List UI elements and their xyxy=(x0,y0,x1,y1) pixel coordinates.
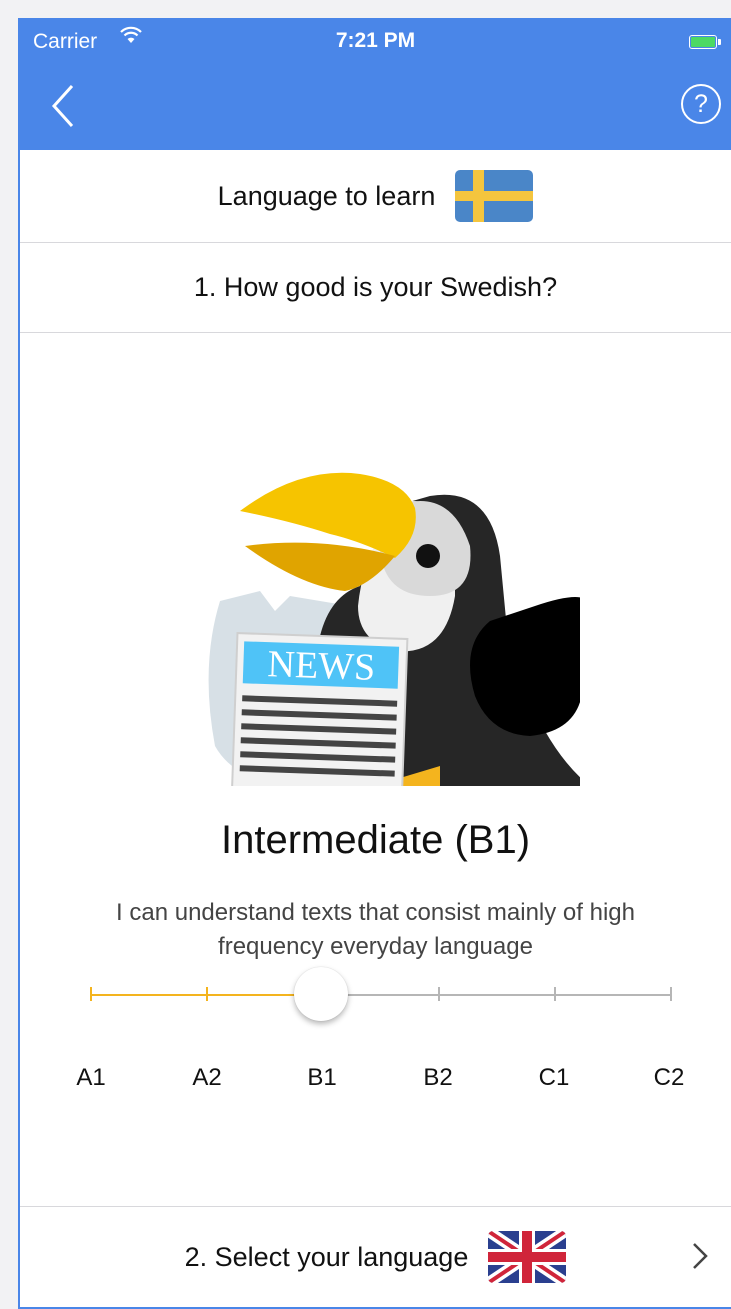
select-language-label: 2. Select your language xyxy=(184,1241,469,1272)
level-label-a2[interactable]: A2 xyxy=(177,1064,237,1092)
level-title: Intermediate (B1) xyxy=(220,818,531,862)
status-time: 7:21 PM xyxy=(335,29,416,52)
slider-tick xyxy=(206,987,208,1001)
back-button[interactable] xyxy=(48,82,88,130)
proficiency-slider[interactable] xyxy=(90,967,672,1021)
level-label-a1[interactable]: A1 xyxy=(61,1064,121,1092)
chevron-left-icon xyxy=(51,84,74,128)
level-label-b2[interactable]: B2 xyxy=(408,1064,468,1092)
language-to-learn-row[interactable]: Language to learn xyxy=(20,150,731,243)
level-label-c2[interactable]: C2 xyxy=(639,1064,699,1092)
level-label-b1[interactable]: B1 xyxy=(292,1064,352,1092)
uk-flag-icon xyxy=(488,1231,567,1283)
select-language-row[interactable]: 2. Select your language xyxy=(20,1206,731,1307)
slider-tick xyxy=(670,987,672,1001)
sweden-flag-icon xyxy=(455,170,534,222)
slider-tick xyxy=(554,987,556,1001)
chevron-right-icon xyxy=(693,1243,708,1269)
question-text: 1. How good is your Swedish? xyxy=(193,271,558,302)
question-circle-icon: ? xyxy=(694,90,708,118)
language-to-learn-label: Language to learn xyxy=(217,180,436,211)
slider-tick xyxy=(438,987,440,1001)
toucan-newspaper-illustration: NEWS xyxy=(208,472,580,786)
proficiency-question: 1. How good is your Swedish? xyxy=(20,242,731,333)
level-description: I can understand texts that consist main… xyxy=(116,899,635,960)
help-button[interactable]: ? xyxy=(681,84,721,124)
slider-tick xyxy=(90,987,92,1001)
battery-icon xyxy=(689,35,723,49)
slider-thumb[interactable] xyxy=(294,967,348,1021)
app-screen: Carrier 7:21 PM ? Language to learn 1. H… xyxy=(18,18,731,1309)
navigation-bar: Carrier 7:21 PM ? xyxy=(20,18,731,150)
newspaper-headline: NEWS xyxy=(267,643,376,689)
level-label-c1[interactable]: C1 xyxy=(524,1064,584,1092)
